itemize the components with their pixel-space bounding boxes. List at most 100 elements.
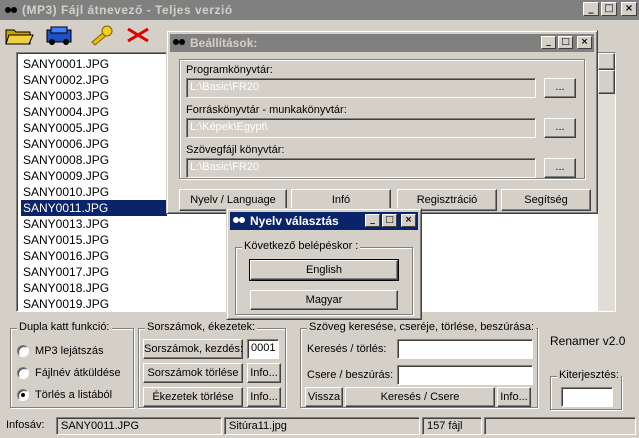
numbering-info-button[interactable]: Info...: [247, 363, 281, 383]
extension-label: Kiterjesztés:: [557, 369, 621, 381]
extension-field[interactable]: [561, 387, 613, 407]
maximize-button[interactable]: □: [601, 2, 617, 16]
find-field[interactable]: [397, 339, 533, 359]
close-button[interactable]: ×: [401, 214, 416, 227]
save-button[interactable]: [44, 24, 78, 48]
text-dir-browse-button[interactable]: ...: [544, 158, 576, 178]
file-list-item[interactable]: SANY0017.JPG: [21, 264, 161, 280]
wrench-icon: [91, 25, 113, 46]
maximize-button[interactable]: □: [382, 214, 397, 227]
file-list-item[interactable]: SANY0009.JPG: [21, 168, 161, 184]
app-icon: [5, 7, 17, 13]
dblclick-group: Dupla katt funkció: MP3 lejátszás Fájlné…: [10, 321, 134, 408]
numbering-start-field[interactable]: 0001: [247, 339, 279, 359]
settings-dialog: Beállítások: _ □ × Programkönyvtár: L:\B…: [166, 30, 598, 214]
program-dir-browse-button[interactable]: ...: [544, 78, 576, 98]
file-list-item[interactable]: SANY0016.JPG: [21, 248, 161, 264]
settings-title: Beállítások:: [190, 36, 258, 50]
radio-send-filename[interactable]: Fájlnév átküldése: [17, 367, 121, 379]
accents-info-button[interactable]: Info...: [247, 387, 281, 407]
radio-label: Fájlnév átküldése: [35, 367, 121, 379]
english-button[interactable]: English: [249, 259, 399, 281]
open-folder-button[interactable]: [4, 24, 38, 48]
settings-titlebar[interactable]: Beállítások: _ □ ×: [170, 34, 594, 52]
minimize-button[interactable]: _: [541, 36, 556, 49]
scroll-up-button[interactable]: [598, 53, 615, 70]
app-icon: [173, 39, 185, 45]
window-title: (MP3) Fájl átnevező - Teljes verzió: [22, 3, 233, 17]
find-label: Keresés / törlés:: [307, 343, 387, 355]
language-title: Nyelv választás: [250, 214, 339, 228]
source-dir-field[interactable]: L:\Képek\Egypt\: [186, 118, 536, 138]
radio-label: Törlés a listából: [35, 389, 113, 401]
language-titlebar[interactable]: Nyelv választás _ □ ×: [230, 212, 418, 230]
program-dir-field[interactable]: L:\Basic\FR20: [186, 78, 536, 98]
back-button[interactable]: Vissza: [305, 387, 343, 407]
main-window: (MP3) Fájl átnevező - Teljes verzió _ □ …: [0, 0, 639, 438]
app-icon: [233, 217, 245, 223]
file-list-item[interactable]: SANY0005.JPG: [21, 120, 161, 136]
status-new-name: Sitúra11.jpg: [224, 417, 420, 435]
status-current-file: SANY0011.JPG: [56, 417, 222, 435]
extension-group: Kiterjesztés:: [550, 369, 622, 410]
radio-label: MP3 lejátszás: [35, 345, 104, 357]
source-dir-browse-button[interactable]: ...: [544, 118, 576, 138]
maximize-button[interactable]: □: [558, 36, 573, 49]
status-empty-panel: [484, 417, 636, 435]
settings-paths-group: Programkönyvtár: L:\Basic\FR20 ... Forrá…: [179, 59, 585, 179]
accents-delete-button[interactable]: Ékezetek törlése: [143, 387, 243, 407]
title-bar[interactable]: (MP3) Fájl átnevező - Teljes verzió _ □ …: [0, 0, 639, 20]
file-list-item[interactable]: SANY0013.JPG: [21, 216, 161, 232]
delete-button[interactable]: [124, 24, 158, 48]
radio-dot[interactable]: [17, 367, 29, 379]
numbering-label: Sorszámok, ékezetek:: [145, 321, 258, 333]
help-tab-button[interactable]: Segítség: [501, 189, 591, 211]
next-login-label: Következő belépéskor :: [242, 240, 361, 252]
file-list-item[interactable]: SANY0004.JPG: [21, 104, 161, 120]
file-list-item[interactable]: SANY0018.JPG: [21, 280, 161, 296]
search-group: Szöveg keresése, cseréje, törlése, beszú…: [300, 321, 538, 408]
minimize-button[interactable]: _: [365, 214, 380, 227]
text-dir-label: Szövegfájl könyvtár:: [186, 144, 285, 156]
status-file-count: 157 fájl: [422, 417, 482, 435]
radio-mp3-play[interactable]: MP3 lejátszás: [17, 345, 103, 357]
status-label: Infosáv:: [6, 419, 45, 431]
program-dir-label: Programkönyvtár:: [186, 64, 273, 76]
close-button[interactable]: ×: [621, 2, 637, 16]
file-list-item[interactable]: SANY0019.JPG: [21, 296, 161, 312]
file-list-item[interactable]: SANY0003.JPG: [21, 88, 161, 104]
close-button[interactable]: ×: [577, 36, 592, 49]
search-label: Szöveg keresése, cseréje, törlése, beszú…: [307, 321, 537, 333]
dblclick-label: Dupla katt funkció:: [17, 321, 112, 333]
numbering-group: Sorszámok, ékezetek: Sorszámok, kezdés: …: [138, 321, 286, 408]
minimize-button[interactable]: _: [583, 2, 599, 16]
source-dir-label: Forráskönyvtár - munkakönyvtár:: [186, 104, 347, 116]
radio-dot[interactable]: [17, 345, 29, 357]
car-save-icon: [46, 26, 72, 45]
file-list-scrollbar[interactable]: [598, 53, 615, 311]
file-list-item[interactable]: SANY0011.JPG: [21, 200, 167, 216]
file-list-item[interactable]: SANY0008.JPG: [21, 152, 161, 168]
file-list-item[interactable]: SANY0015.JPG: [21, 232, 161, 248]
version-label: Renamer v2.0: [550, 334, 626, 348]
file-list-item[interactable]: SANY0010.JPG: [21, 184, 161, 200]
numbering-delete-button[interactable]: Sorszámok törlése: [143, 363, 243, 383]
search-info-button[interactable]: Info...: [497, 387, 531, 407]
file-list-item[interactable]: SANY0006.JPG: [21, 136, 161, 152]
tools-button[interactable]: [88, 24, 122, 48]
language-group: Következő belépéskor : English Magyar: [235, 240, 413, 315]
radio-dot[interactable]: [17, 389, 29, 401]
hungarian-button[interactable]: Magyar: [250, 290, 398, 310]
delete-x-icon: [127, 27, 149, 43]
numbering-start-button[interactable]: Sorszámok, kezdés:: [143, 339, 243, 359]
replace-label: Csere / beszúrás:: [307, 369, 394, 381]
text-dir-field[interactable]: L:\Basic\FR20: [186, 158, 536, 178]
search-replace-button[interactable]: Keresés / Csere: [345, 387, 495, 407]
file-list-item[interactable]: SANY0002.JPG: [21, 72, 161, 88]
file-list-item[interactable]: SANY0001.JPG: [21, 56, 161, 72]
radio-remove-from-list[interactable]: Törlés a listából: [17, 389, 112, 401]
scroll-thumb[interactable]: [598, 70, 615, 94]
replace-field[interactable]: [397, 365, 533, 385]
language-dialog: Nyelv választás _ □ × Következő belépésk…: [226, 208, 422, 320]
folder-open-icon: [5, 29, 34, 45]
